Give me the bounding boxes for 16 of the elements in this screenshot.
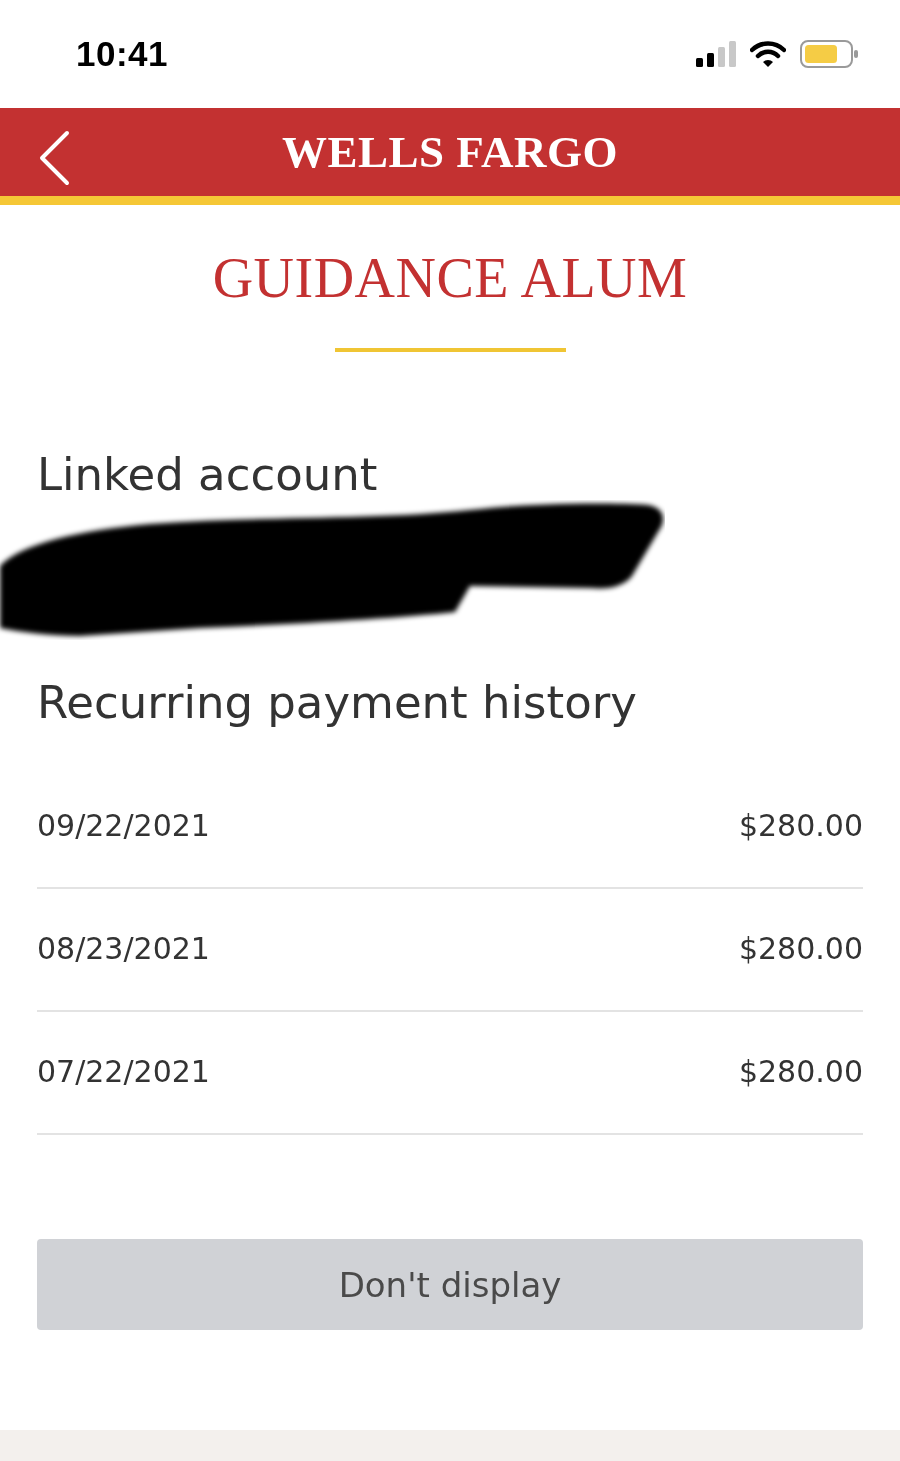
- page-title: GUIDANCE ALUM: [212, 250, 688, 306]
- wifi-icon: [750, 40, 786, 68]
- payment-date: 07/22/2021: [37, 1054, 210, 1089]
- section-heading: Linked account: [37, 447, 379, 502]
- payment-date: 09/22/2021: [37, 808, 210, 843]
- payment-amount: $280.00: [738, 931, 863, 966]
- dont-display-button[interactable]: Don't display: [37, 1239, 863, 1330]
- chevron-left-icon: [38, 130, 70, 186]
- battery-icon: [800, 40, 858, 68]
- status-time: 10:41: [76, 34, 169, 74]
- brand-logo: WELLS FARGO: [282, 129, 618, 175]
- payment-date: 08/23/2021: [37, 931, 210, 966]
- payment-amount: $280.00: [738, 808, 863, 843]
- signal-icon: [696, 41, 736, 67]
- payment-amount: $280.00: [738, 1054, 863, 1089]
- section-heading: Recurring payment history: [37, 675, 638, 730]
